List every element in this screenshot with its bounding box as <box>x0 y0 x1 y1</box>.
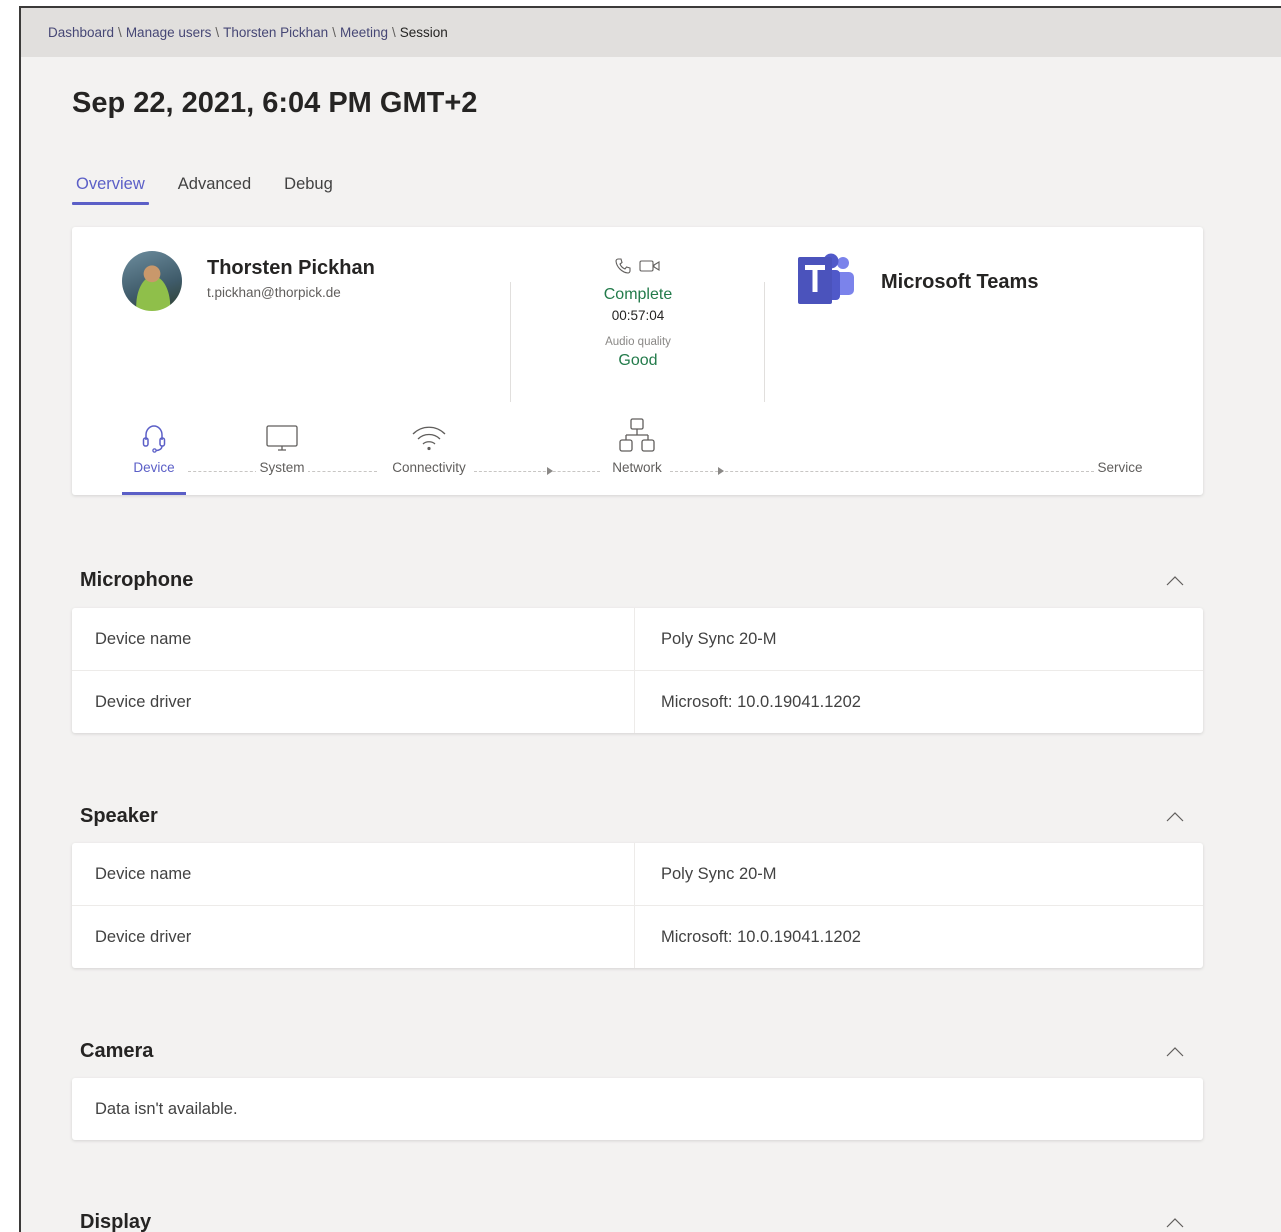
phone-icon <box>614 257 632 280</box>
active-stage-indicator <box>122 492 186 495</box>
chevron-up-icon[interactable] <box>1164 806 1186 828</box>
row-value: Microsoft: 10.0.19041.1202 <box>661 927 861 946</box>
row-label: Device driver <box>72 906 635 968</box>
network-icon <box>619 418 655 452</box>
microphone-table: Device name Poly Sync 20-M Device driver… <box>72 608 1203 733</box>
pipeline-stage-network[interactable]: Network <box>605 417 669 475</box>
arrow-right-icon <box>718 467 724 475</box>
pipeline-connector <box>307 471 377 472</box>
pipeline-stage-system[interactable]: System <box>252 420 312 475</box>
tab-advanced[interactable]: Advanced <box>174 172 255 201</box>
breadcrumb-user[interactable]: Thorsten Pickhan <box>223 25 328 40</box>
call-info: Complete 00:57:04 Audio quality Good <box>556 257 720 370</box>
call-status: Complete <box>603 286 673 303</box>
avatar <box>122 251 182 311</box>
table-row: Device driver Microsoft: 10.0.19041.1202 <box>72 906 1203 968</box>
user-name: Thorsten Pickhan <box>207 257 375 279</box>
breadcrumb-separator: \ <box>332 25 336 40</box>
chevron-up-icon[interactable] <box>1164 1041 1186 1063</box>
pipeline-connector <box>474 471 600 472</box>
wifi-icon <box>412 426 446 451</box>
breadcrumb-dashboard[interactable]: Dashboard <box>48 25 114 40</box>
pipeline-connector <box>670 471 1094 472</box>
pipeline-stage-service[interactable]: Service <box>1090 460 1150 475</box>
row-label: Device driver <box>72 671 635 733</box>
session-summary-card: Thorsten Pickhan t.pickhan@thorpick.de C… <box>72 227 1203 495</box>
microsoft-teams-logo-icon <box>796 251 860 311</box>
table-row: Data isn't available. <box>72 1078 1203 1140</box>
chevron-up-icon[interactable] <box>1164 1212 1186 1232</box>
breadcrumb-manage-users[interactable]: Manage users <box>126 25 212 40</box>
tab-overview[interactable]: Overview <box>72 172 149 205</box>
section-title-camera: Camera <box>80 1040 154 1062</box>
breadcrumb-session: Session <box>399 25 448 40</box>
main-window: Dashboard \ Manage users \ Thorsten Pick… <box>19 6 1281 1232</box>
audio-quality-value: Good <box>618 352 658 369</box>
user-email: t.pickhan@thorpick.de <box>207 285 341 300</box>
row-label: Device name <box>72 608 635 670</box>
row-value: Microsoft: 10.0.19041.1202 <box>661 692 861 711</box>
divider <box>764 282 765 402</box>
call-duration: 00:57:04 <box>611 308 665 323</box>
breadcrumb-separator: \ <box>118 25 122 40</box>
table-row: Device name Poly Sync 20-M <box>72 843 1203 906</box>
breadcrumb: Dashboard \ Manage users \ Thorsten Pick… <box>21 8 1281 57</box>
page-title: Sep 22, 2021, 6:04 PM GMT+2 <box>72 87 478 119</box>
pipeline-stage-device[interactable]: Device <box>122 420 186 475</box>
row-label: Device name <box>72 843 635 905</box>
tab-debug[interactable]: Debug <box>280 172 337 201</box>
section-title-microphone: Microphone <box>80 569 194 591</box>
monitor-icon <box>266 425 298 451</box>
breadcrumb-separator: \ <box>215 25 220 40</box>
table-row: Device name Poly Sync 20-M <box>72 608 1203 671</box>
row-value: Poly Sync 20-M <box>661 864 777 883</box>
breadcrumb-meeting[interactable]: Meeting <box>340 25 388 40</box>
no-data-message: Data isn't available. <box>95 1099 238 1118</box>
row-value: Poly Sync 20-M <box>661 629 777 648</box>
video-camera-icon <box>638 257 662 280</box>
section-title-speaker: Speaker <box>80 805 158 827</box>
app-name: Microsoft Teams <box>881 271 1039 293</box>
tab-bar: Overview Advanced Debug <box>72 172 362 205</box>
pipeline-stage-connectivity[interactable]: Connectivity <box>384 420 474 475</box>
breadcrumb-separator: \ <box>392 25 396 40</box>
divider <box>510 282 511 402</box>
speaker-table: Device name Poly Sync 20-M Device driver… <box>72 843 1203 968</box>
camera-table: Data isn't available. <box>72 1078 1203 1140</box>
headset-icon <box>142 425 166 453</box>
chevron-up-icon[interactable] <box>1164 570 1186 592</box>
table-row: Device driver Microsoft: 10.0.19041.1202 <box>72 671 1203 733</box>
pipeline-connector <box>188 471 258 472</box>
arrow-right-icon <box>547 467 553 475</box>
section-title-display: Display <box>80 1211 152 1232</box>
audio-quality-label: Audio quality <box>605 336 671 348</box>
